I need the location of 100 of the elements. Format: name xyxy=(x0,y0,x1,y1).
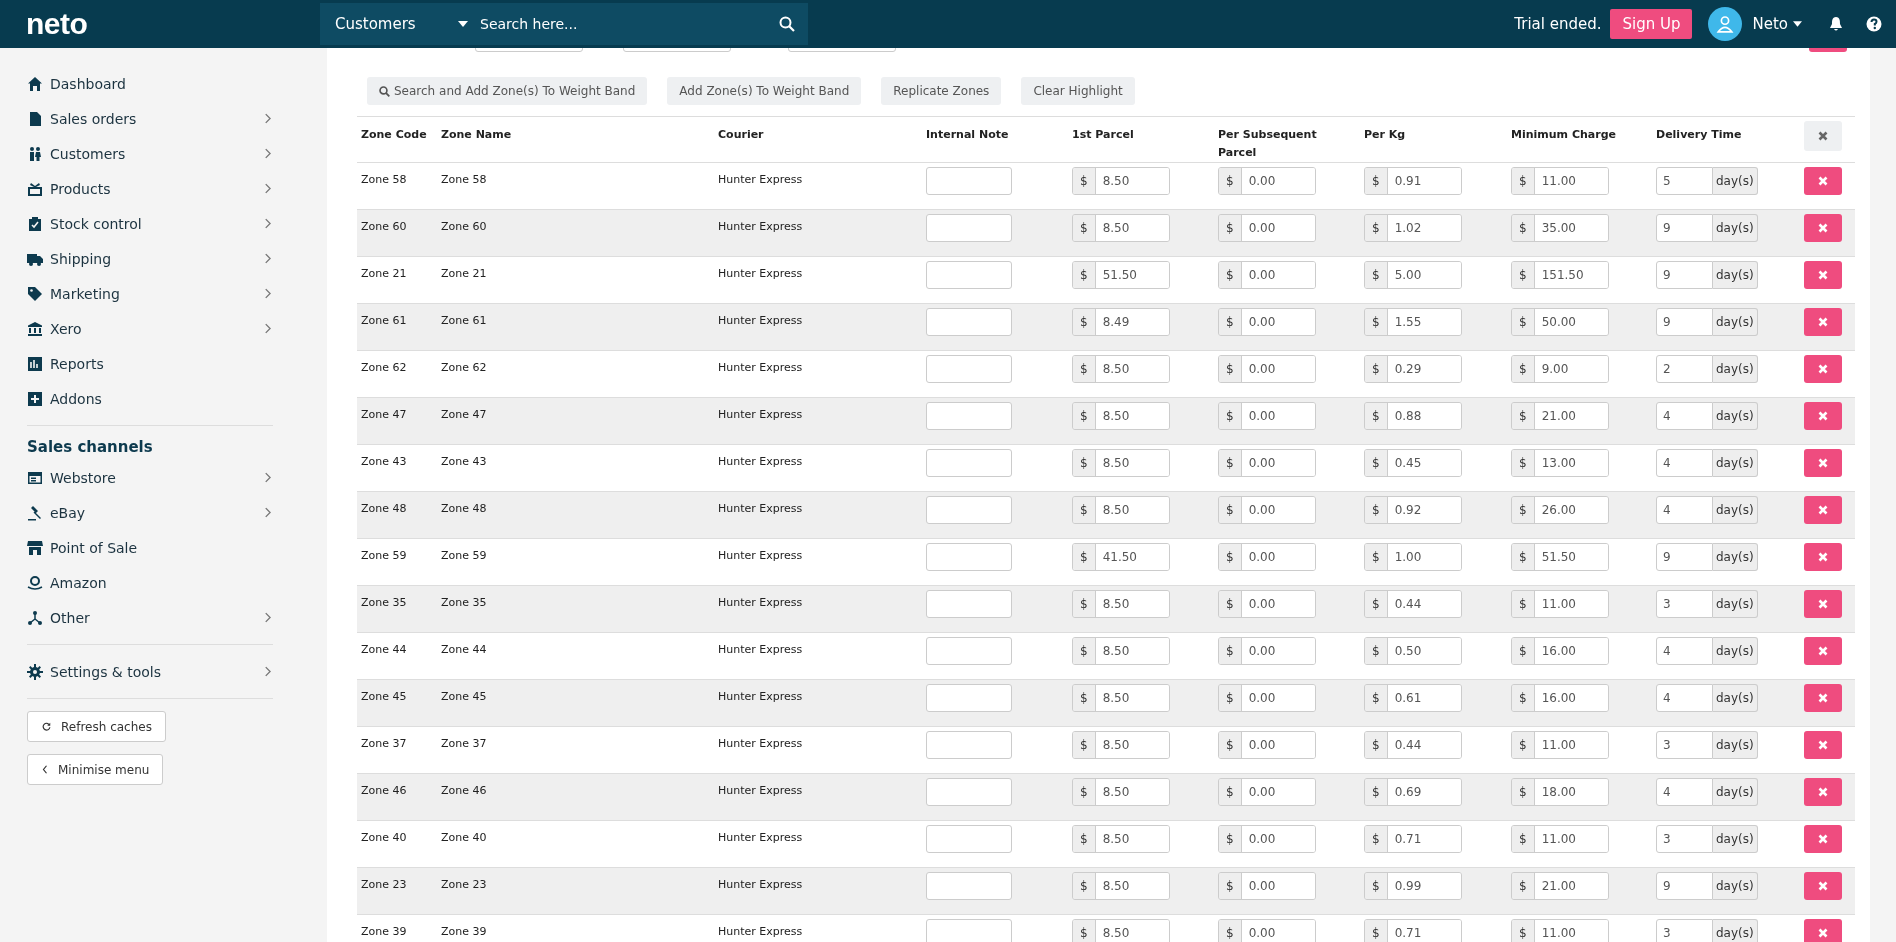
price-field[interactable]: $ 8.50 xyxy=(1072,496,1170,524)
price-field[interactable]: $ 151.50 xyxy=(1511,261,1609,289)
sidebar-item[interactable]: Amazon xyxy=(27,565,273,600)
price-field[interactable]: $ 16.00 xyxy=(1511,637,1609,665)
delete-button[interactable] xyxy=(1804,543,1842,571)
price-field[interactable]: $ 0.00 xyxy=(1218,496,1316,524)
price-field[interactable]: $ 0.00 xyxy=(1218,167,1316,195)
sidebar-item[interactable]: Marketing xyxy=(27,276,273,311)
price-field[interactable]: $ 0.00 xyxy=(1218,684,1316,712)
price-field[interactable]: $ 0.00 xyxy=(1218,825,1316,853)
scrollbar[interactable] xyxy=(1870,48,1896,942)
delivery-time-field[interactable]: 5 xyxy=(1656,167,1713,195)
price-field[interactable]: $ 1.00 xyxy=(1364,543,1462,571)
price-field[interactable]: $ 0.88 xyxy=(1364,402,1462,430)
price-field[interactable]: $ 0.71 xyxy=(1364,919,1462,942)
price-field[interactable]: $ 16.00 xyxy=(1511,684,1609,712)
price-field[interactable]: $ 0.71 xyxy=(1364,825,1462,853)
delivery-time-field[interactable]: 4 xyxy=(1656,684,1713,712)
toolbar-button[interactable]: Add Zone(s) To Weight Band xyxy=(667,77,862,105)
delete-button[interactable] xyxy=(1804,167,1842,195)
price-field[interactable]: $ 8.50 xyxy=(1072,167,1170,195)
sidebar-item[interactable]: Xero xyxy=(27,311,273,346)
price-field[interactable]: $ 0.00 xyxy=(1218,543,1316,571)
note-field[interactable] xyxy=(926,496,1012,524)
price-field[interactable]: $ 8.50 xyxy=(1072,637,1170,665)
search-scope-dropdown[interactable]: Customers xyxy=(320,3,480,45)
delete-button[interactable] xyxy=(1804,308,1842,336)
price-field[interactable]: $ 26.00 xyxy=(1511,496,1609,524)
price-field[interactable]: $ 11.00 xyxy=(1511,919,1609,942)
price-field[interactable]: $ 0.44 xyxy=(1364,590,1462,618)
price-field[interactable]: $ 0.44 xyxy=(1364,731,1462,759)
price-field[interactable]: $ 0.29 xyxy=(1364,355,1462,383)
user-menu[interactable]: Neto xyxy=(1752,15,1802,33)
sidebar-item[interactable]: eBay xyxy=(27,495,273,530)
note-field[interactable] xyxy=(926,684,1012,712)
bell-icon[interactable] xyxy=(1828,16,1844,32)
delete-button[interactable] xyxy=(1804,496,1842,524)
price-field[interactable]: $ 8.50 xyxy=(1072,684,1170,712)
delivery-time-field[interactable]: 9 xyxy=(1656,214,1713,242)
delete-button[interactable] xyxy=(1804,825,1842,853)
price-field[interactable]: $ 0.00 xyxy=(1218,402,1316,430)
price-field[interactable]: $ 35.00 xyxy=(1511,214,1609,242)
delivery-time-field[interactable]: 9 xyxy=(1656,872,1713,900)
price-field[interactable]: $ 50.00 xyxy=(1511,308,1609,336)
price-field[interactable]: $ 0.91 xyxy=(1364,167,1462,195)
price-field[interactable]: $ 0.00 xyxy=(1218,778,1316,806)
delivery-time-field[interactable]: 3 xyxy=(1656,590,1713,618)
price-field[interactable]: $ 8.50 xyxy=(1072,872,1170,900)
price-field[interactable]: $ 0.00 xyxy=(1218,731,1316,759)
note-field[interactable] xyxy=(926,731,1012,759)
price-field[interactable]: $ 0.00 xyxy=(1218,261,1316,289)
price-field[interactable]: $ 1.55 xyxy=(1364,308,1462,336)
note-field[interactable] xyxy=(926,590,1012,618)
price-field[interactable]: $ 5.00 xyxy=(1364,261,1462,289)
delivery-time-field[interactable]: 2 xyxy=(1656,355,1713,383)
price-field[interactable]: $ 0.00 xyxy=(1218,919,1316,942)
clear-button[interactable] xyxy=(1804,121,1842,151)
delete-button[interactable] xyxy=(1804,684,1842,712)
sidebar-item[interactable]: Other xyxy=(27,600,273,635)
delete-button[interactable] xyxy=(1804,214,1842,242)
toolbar-button[interactable]: Replicate Zones xyxy=(881,77,1002,105)
note-field[interactable] xyxy=(926,543,1012,571)
note-field[interactable] xyxy=(926,872,1012,900)
delivery-time-field[interactable]: 3 xyxy=(1656,731,1713,759)
delivery-time-field[interactable]: 4 xyxy=(1656,778,1713,806)
price-field[interactable]: $ 8.50 xyxy=(1072,919,1170,942)
toolbar-button[interactable]: Clear Highlight xyxy=(1021,77,1135,105)
delivery-time-field[interactable]: 9 xyxy=(1656,308,1713,336)
sidebar-item[interactable]: Products xyxy=(27,171,273,206)
delete-button[interactable] xyxy=(1804,919,1842,942)
logo[interactable]: neto xyxy=(26,7,320,41)
price-field[interactable]: $ 0.00 xyxy=(1218,308,1316,336)
help-icon[interactable] xyxy=(1866,16,1882,32)
price-field[interactable]: $ 11.00 xyxy=(1511,731,1609,759)
delivery-time-field[interactable]: 4 xyxy=(1656,449,1713,477)
price-field[interactable]: $ 9.00 xyxy=(1511,355,1609,383)
price-field[interactable]: $ 0.61 xyxy=(1364,684,1462,712)
price-field[interactable]: $ 13.00 xyxy=(1511,449,1609,477)
delete-button[interactable] xyxy=(1804,637,1842,665)
price-field[interactable]: $ 8.50 xyxy=(1072,449,1170,477)
sidebar-item[interactable]: Addons xyxy=(27,381,273,416)
delete-button[interactable] xyxy=(1804,778,1842,806)
price-field[interactable]: $ 0.00 xyxy=(1218,637,1316,665)
note-field[interactable] xyxy=(926,825,1012,853)
price-field[interactable]: $ 11.00 xyxy=(1511,590,1609,618)
delivery-time-field[interactable]: 9 xyxy=(1656,261,1713,289)
toolbar-button[interactable]: Search and Add Zone(s) To Weight Band xyxy=(367,77,648,105)
delete-button[interactable] xyxy=(1804,261,1842,289)
delivery-time-field[interactable]: 9 xyxy=(1656,543,1713,571)
note-field[interactable] xyxy=(926,402,1012,430)
price-field[interactable]: $ 0.00 xyxy=(1218,449,1316,477)
delivery-time-field[interactable]: 4 xyxy=(1656,637,1713,665)
sidebar-item[interactable]: Shipping xyxy=(27,241,273,276)
price-field[interactable]: $ 0.00 xyxy=(1218,355,1316,383)
sidebar-item[interactable]: Reports xyxy=(27,346,273,381)
price-field[interactable]: $ 8.50 xyxy=(1072,590,1170,618)
sidebar-item[interactable]: Stock control xyxy=(27,206,273,241)
price-field[interactable]: $ 8.50 xyxy=(1072,355,1170,383)
note-field[interactable] xyxy=(926,167,1012,195)
delete-button[interactable] xyxy=(1804,731,1842,759)
